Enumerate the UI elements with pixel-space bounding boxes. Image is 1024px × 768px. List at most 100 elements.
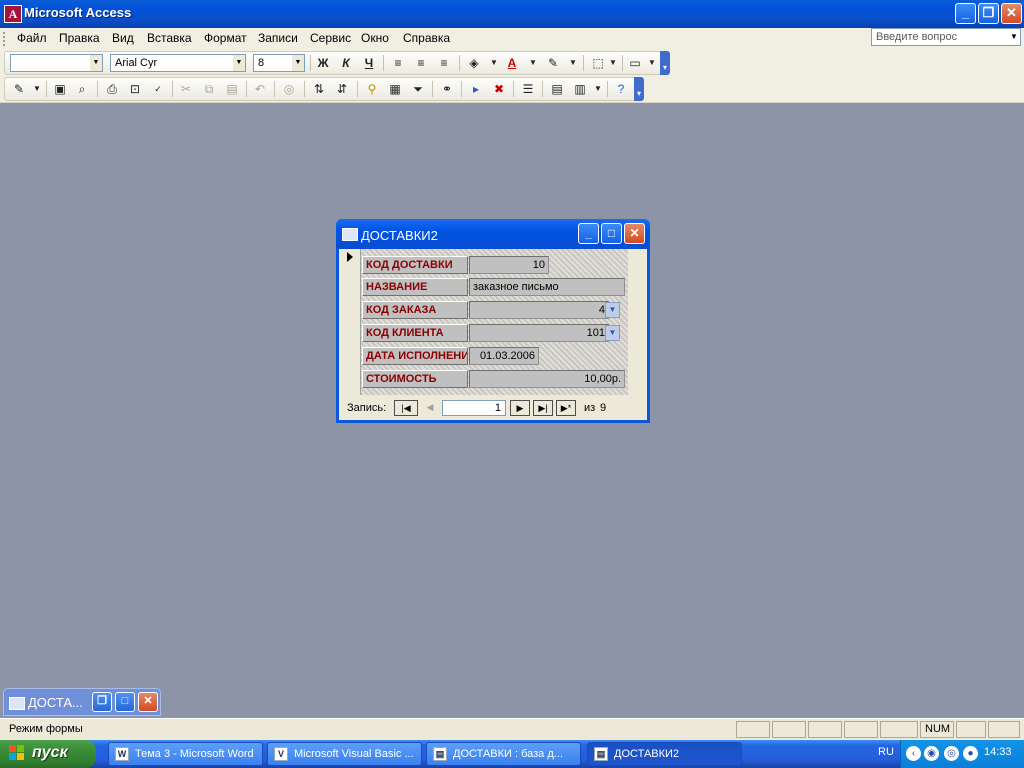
close-button[interactable]: ✕ [1001,3,1022,24]
filter-by-selection-icon[interactable]: ⚲ [363,81,381,97]
taskbar-button-vba[interactable]: V Microsoft Visual Basic ... [267,742,422,766]
chevron-down-icon[interactable]: ▼ [643,55,661,71]
form-titlebar[interactable]: ДОСТАВКИ2 _ □ ✕ [336,219,650,249]
language-indicator[interactable]: RU [878,746,894,758]
print-icon[interactable]: ⎙ [103,81,121,97]
minimized-window[interactable]: ДОСТА... ❐ □ ✕ [3,688,161,716]
menu-insert[interactable]: Вставка [147,31,192,45]
form-close-button[interactable]: ✕ [624,223,645,244]
minimize-button[interactable]: _ [955,3,976,24]
clock[interactable]: 14:33 [984,746,1012,758]
fill-color-icon[interactable]: ◈ [465,55,483,71]
print-preview-icon[interactable]: ⊡ [126,81,144,97]
taskbar-button-word[interactable]: W Тема 3 - Microsoft Word [108,742,263,766]
chevron-down-icon[interactable]: ▼ [604,55,622,71]
save-icon[interactable]: ▣ [51,81,69,97]
maximize-button[interactable]: □ [115,692,135,712]
apply-filter-icon[interactable]: ⏷ [409,81,427,97]
undo-icon[interactable]: ↶ [251,81,269,97]
delivery-id-field[interactable]: 10 [469,256,549,274]
menu-view[interactable]: Вид [112,31,134,45]
align-left-icon[interactable]: ≡ [389,55,407,71]
find-icon[interactable]: ⚭ [438,81,456,97]
align-center-icon[interactable]: ≡ [412,55,430,71]
restore-button[interactable]: ❐ [978,3,999,24]
chevron-down-icon[interactable]: ▼ [524,55,542,71]
form-minimize-button[interactable]: _ [578,223,599,244]
volume-icon[interactable]: ● [963,746,978,761]
help-icon[interactable]: ? [612,81,630,97]
previous-record-icon[interactable]: ◀ [420,400,440,416]
design-view-icon[interactable]: ✎ [10,81,28,97]
taskbar-button-database[interactable]: ▤ ДОСТАВКИ : база д... [426,742,581,766]
chevron-down-icon[interactable]: ▼ [292,55,304,71]
chevron-down-icon[interactable]: ▼ [564,55,582,71]
form-maximize-button[interactable]: □ [601,223,622,244]
sort-ascending-icon[interactable]: ⇅ [310,81,328,97]
chevron-down-icon[interactable]: ▼ [28,81,46,97]
menu-records[interactable]: Записи [258,31,298,45]
restore-button[interactable]: ❐ [92,692,112,712]
font-color-icon[interactable]: A [503,55,521,71]
chevron-down-icon[interactable]: ▼ [605,302,620,318]
start-button[interactable]: пуск [0,740,96,768]
close-button[interactable]: ✕ [138,692,158,712]
font-combo[interactable]: Arial Cyr ▼ [110,54,246,72]
menu-file[interactable]: Файл [17,31,47,45]
new-record-nav-icon[interactable]: ▶* [556,400,576,416]
delete-record-icon[interactable]: ✖ [490,81,508,97]
font-size-combo[interactable]: 8 ▼ [253,54,305,72]
chevron-down-icon[interactable]: ▼ [233,55,245,71]
menu-edit[interactable]: Правка [59,31,100,45]
current-record-input[interactable]: 1 [442,400,506,416]
menu-format[interactable]: Формат [204,31,247,45]
menu-tools[interactable]: Сервис [310,31,351,45]
cut-icon[interactable]: ✂ [177,81,195,97]
form-icon[interactable] [342,228,358,241]
menu-help[interactable]: Справка [403,31,450,45]
next-record-icon[interactable]: ▶ [510,400,530,416]
spelling-icon[interactable]: ✓ [149,81,167,97]
taskbar-button-form[interactable]: ▤ ДОСТАВКИ2 [587,742,742,766]
name-field[interactable]: заказное письмо [469,278,625,296]
copy-icon[interactable]: ⧉ [200,81,218,97]
order-id-combo[interactable]: 4 [469,301,609,319]
new-record-icon[interactable]: ▸ [467,81,485,97]
bold-button[interactable]: Ж [314,55,332,71]
chevron-down-icon[interactable]: ▼ [589,81,607,97]
toolbar-options-icon[interactable]: ▾ [660,51,670,75]
hyperlink-icon[interactable]: ◎ [280,81,298,97]
menu-window[interactable]: Окно [361,31,389,45]
record-selector[interactable] [342,249,361,395]
line-color-icon[interactable]: ✎ [544,55,562,71]
chevron-down-icon[interactable]: ▼ [90,55,102,71]
last-record-icon[interactable]: ▶| [533,400,553,416]
menu-grip[interactable] [3,32,8,46]
line-width-icon[interactable]: ▭ [626,55,644,71]
underline-button[interactable]: Ч [360,55,378,71]
tray-expand-icon[interactable]: ‹ [906,746,921,761]
access-app-icon[interactable]: A [4,5,22,23]
italic-button[interactable]: К [337,55,355,71]
new-object-icon[interactable]: ▥ [571,81,589,97]
align-right-icon[interactable]: ≡ [435,55,453,71]
filter-by-form-icon[interactable]: ▦ [386,81,404,97]
toolbar-options-icon[interactable]: ▾ [634,77,644,101]
client-id-combo[interactable]: 101 [469,324,609,342]
first-record-icon[interactable]: |◀ [394,400,418,416]
completion-date-field[interactable]: 01.03.2006 [469,347,539,365]
chevron-down-icon[interactable]: ▼ [1008,29,1020,45]
chevron-down-icon[interactable]: ▼ [605,325,620,341]
ask-question-input[interactable]: Введите вопрос ▼ [871,28,1021,46]
word-icon: W [115,747,129,761]
object-combo[interactable]: ▼ [10,54,103,72]
file-search-icon[interactable]: ⌕ [73,81,91,97]
antivirus-icon[interactable]: ◎ [944,746,959,761]
database-window-icon[interactable]: ▤ [548,81,566,97]
properties-icon[interactable]: ☰ [519,81,537,97]
cost-field[interactable]: 10,00р. [469,370,625,388]
chevron-down-icon[interactable]: ▼ [485,55,503,71]
paste-icon[interactable]: ▤ [223,81,241,97]
sort-descending-icon[interactable]: ⇵ [333,81,351,97]
network-icon[interactable]: ◉ [924,746,939,761]
